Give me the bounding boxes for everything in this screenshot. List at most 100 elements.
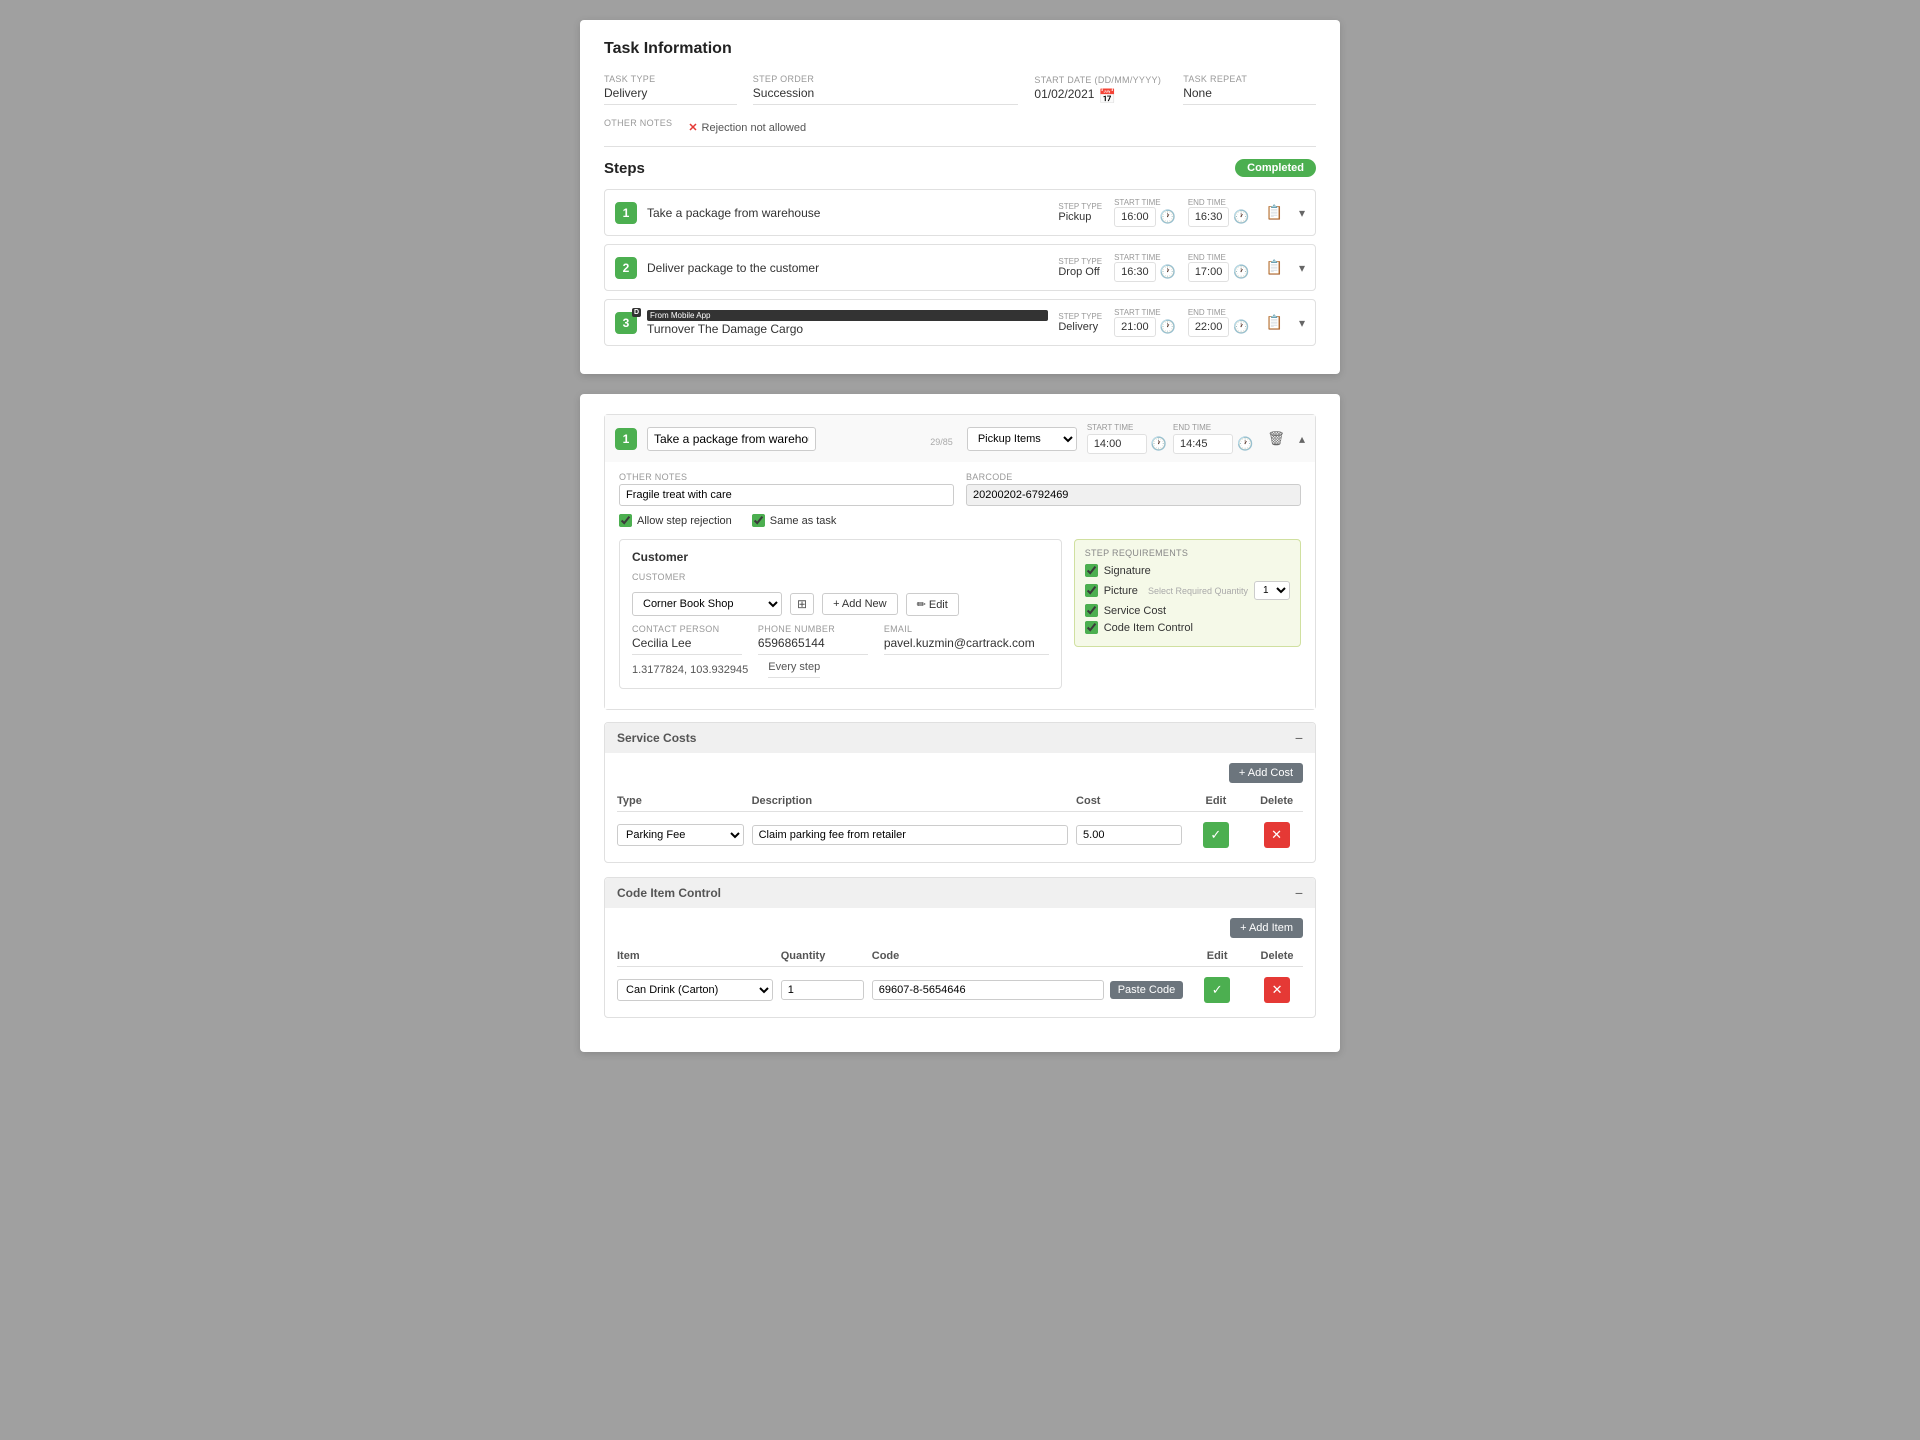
step1-type-label: STEP TYPE [1058,202,1102,211]
req-signature-checkbox[interactable] [1085,564,1098,577]
req-service-cost-label: Service Cost [1104,605,1166,617]
step-name-3: Turnover The Damage Cargo [647,322,1048,336]
step-row-3: 3 D From Mobile App Turnover The Damage … [604,299,1316,346]
notes-input[interactable] [619,484,954,506]
expanded-start-time-label: START TIME [1087,423,1167,432]
expanded-copy-btn[interactable]: 🗑 [1263,428,1289,449]
step1-end-clock-icon[interactable]: 🕐 [1233,209,1249,225]
expanded-start-clock-icon[interactable]: 🕐 [1151,436,1167,452]
step1-start-label: START TIME [1114,198,1176,207]
other-notes-label: OTHER NOTES [604,118,672,128]
expanded-step-name-input[interactable] [647,427,816,451]
expanded-end-time-label: END TIME [1173,423,1253,432]
item-type-select[interactable]: Can Drink (Carton) [617,979,773,1001]
code-item-collapse-btn[interactable]: − [1295,885,1303,901]
expanded-end-time-input[interactable] [1173,434,1233,454]
contact-person-label: CONTACT PERSON [632,624,742,634]
step3-type-label: STEP TYPE [1058,312,1102,321]
step3-expand-btn[interactable]: ▾ [1299,316,1305,330]
expanded-step-num: 1 [615,428,637,450]
expanded-step-type-select[interactable]: Pickup Items Drop Off Delivery [967,427,1077,451]
task-info-title: Task Information [604,40,1316,58]
step3-start-clock-icon[interactable]: 🕐 [1160,319,1176,335]
same-as-task-label: Same as task [770,515,837,527]
step-number-1: 1 [615,202,637,224]
step2-expand-btn[interactable]: ▾ [1299,261,1305,275]
step3-copy-btn[interactable]: 📋 [1262,312,1287,333]
col-header-cost: Cost [1076,795,1181,807]
step1-start-time: 16:00 [1114,207,1156,227]
step-row-1: 1 Take a package from warehouse STEP TYP… [604,189,1316,236]
same-as-task-checkbox[interactable] [752,514,765,527]
service-costs-collapse-btn[interactable]: − [1295,730,1303,746]
code-delete-btn[interactable]: ✕ [1264,977,1290,1003]
req-service-cost-checkbox[interactable] [1085,604,1098,617]
code-item-title: Code Item Control [617,886,721,900]
step-requirements-box: STEP REQUIREMENTS Signature Picture Sele… [1074,539,1301,647]
req-qty-note: Select Required Quantity [1148,586,1248,596]
barcode-input[interactable] [966,484,1301,506]
step2-end-time: 17:00 [1188,262,1230,282]
expanded-collapse-btn[interactable]: ▴ [1299,432,1305,446]
service-type-select[interactable]: Parking Fee [617,824,744,846]
item-quantity-input[interactable] [781,980,864,1000]
step2-end-clock-icon[interactable]: 🕐 [1233,264,1249,280]
col-header-edit: Edit [1190,795,1243,807]
calendar-icon[interactable]: 📅 [1098,88,1115,105]
step1-copy-btn[interactable]: 📋 [1262,202,1287,223]
col-header-code-edit: Edit [1191,950,1243,962]
code-edit-confirm-btn[interactable]: ✓ [1204,977,1230,1003]
email-value: pavel.kuzmin@cartrack.com [884,636,1049,655]
service-costs-section: Service Costs − + Add Cost Type Descript… [604,722,1316,863]
rejection-x-icon: ✕ [688,121,697,134]
step2-copy-btn[interactable]: 📋 [1262,257,1287,278]
req-picture-checkbox[interactable] [1085,584,1098,597]
code-item-row: Can Drink (Carton) Paste Code ✓ ✕ [617,973,1303,1007]
task-repeat-value: None [1183,86,1316,105]
add-cost-btn[interactable]: + Add Cost [1229,763,1303,783]
step3-end-clock-icon[interactable]: 🕐 [1233,319,1249,335]
req-code-item-checkbox[interactable] [1085,621,1098,634]
edit-customer-btn[interactable]: ✏ Edit [906,593,959,616]
paste-code-btn[interactable]: Paste Code [1110,981,1183,999]
allow-rejection-label: Allow step rejection [637,515,732,527]
email-label: EMAIL [884,624,1049,634]
req-qty-select[interactable]: 1 2 3 [1254,581,1290,600]
phone-label: PHONE NUMBER [758,624,868,634]
service-costs-title: Service Costs [617,731,696,745]
item-code-input[interactable] [872,980,1104,1000]
expanded-start-time-input[interactable] [1087,434,1147,454]
expanded-step-row: 1 29/85 Pickup Items Drop Off Delivery S… [604,414,1316,710]
start-date-value: 01/02/2021 [1034,87,1094,105]
step1-expand-btn[interactable]: ▾ [1299,206,1305,220]
step2-start-clock-icon[interactable]: 🕐 [1160,264,1176,280]
from-mobile-label: From Mobile App [647,310,1048,321]
service-delete-btn[interactable]: ✕ [1264,822,1290,848]
col-header-delete: Delete [1250,795,1303,807]
step1-end-label: END TIME [1188,198,1250,207]
allow-rejection-checkbox[interactable] [619,514,632,527]
expanded-end-clock-icon[interactable]: 🕐 [1237,436,1253,452]
service-edit-confirm-btn[interactable]: ✓ [1203,822,1229,848]
add-new-customer-btn[interactable]: + Add New [822,593,898,615]
step3-start-label: START TIME [1114,308,1176,317]
task-repeat-label: TASK REPEAT [1183,74,1316,84]
expanded-step-card: 1 29/85 Pickup Items Drop Off Delivery S… [580,394,1340,1052]
service-cost-input[interactable] [1076,825,1181,845]
step1-start-clock-icon[interactable]: 🕐 [1160,209,1176,225]
customer-select[interactable]: Corner Book Shop [632,592,782,616]
phone-value: 6596865144 [758,636,868,655]
step-order-value: Succession [753,86,1019,105]
step-number-3-container: 3 D [615,312,637,334]
service-cost-row: Parking Fee ✓ ✕ [617,818,1303,852]
step3-start-time: 21:00 [1114,317,1156,337]
customer-icon-btn[interactable]: ⊞ [790,593,814,615]
service-description-input[interactable] [752,825,1068,845]
char-count: 29/85 [930,437,953,447]
mobile-badge: D [632,308,641,317]
coords-value: 1.3177824, 103.932945 [632,664,748,676]
steps-title: Steps [604,160,645,177]
col-header-code: Code [872,950,1183,962]
add-item-btn[interactable]: + Add Item [1230,918,1303,938]
req-picture-label: Picture [1104,585,1138,597]
